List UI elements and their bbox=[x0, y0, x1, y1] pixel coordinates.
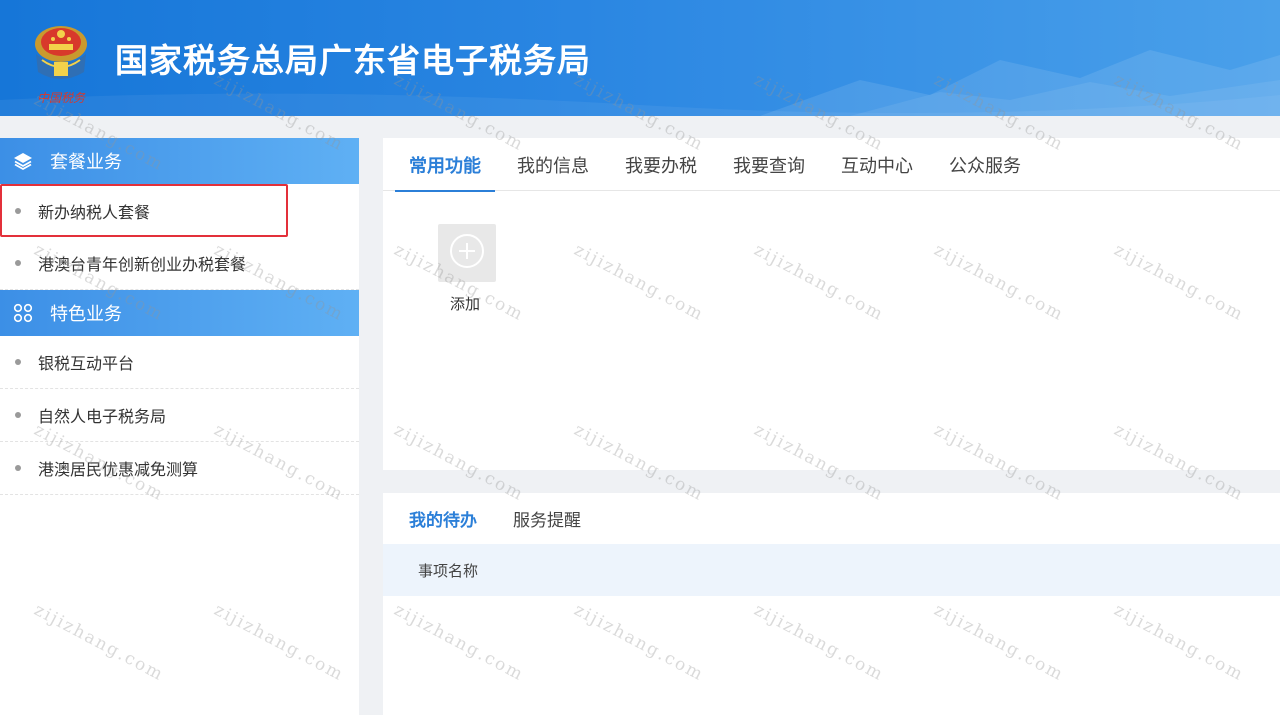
column-header-item-name: 事项名称 bbox=[418, 561, 479, 580]
emblem-caption: 中国税务 bbox=[37, 91, 86, 105]
tab-my-info[interactable]: 我的信息 bbox=[503, 138, 603, 191]
plus-circle-icon bbox=[448, 232, 486, 274]
sidebar-item-label: 港澳居民优惠减免测算 bbox=[38, 460, 199, 479]
add-function-label[interactable]: 添加 bbox=[450, 293, 480, 314]
bullet-dot bbox=[15, 260, 21, 266]
tab-query[interactable]: 我要查询 bbox=[719, 138, 819, 191]
bullet-dot bbox=[15, 359, 21, 365]
sidebar-item-natural-person-etax[interactable]: 自然人电子税务局 bbox=[0, 389, 359, 442]
add-function-button[interactable] bbox=[438, 224, 496, 282]
sidebar-item-new-taxpayer-package[interactable]: 新办纳税人套餐 bbox=[0, 184, 288, 237]
grid-icon bbox=[13, 303, 33, 323]
tab-interaction-center[interactable]: 互动中心 bbox=[827, 138, 927, 191]
bullet-dot bbox=[15, 412, 21, 418]
sidebar-section-package[interactable]: 套餐业务 bbox=[0, 138, 359, 184]
main-tab-bar: 常用功能 我的信息 我要办税 我要查询 互动中心 公众服务 bbox=[383, 138, 1280, 192]
tab-my-todo[interactable]: 我的待办 bbox=[395, 493, 491, 544]
tab-handle-tax[interactable]: 我要办税 bbox=[611, 138, 711, 191]
site-header: 中国税务 国家税务总局广东省电子税务局 bbox=[0, 0, 1280, 116]
todo-tab-bar: 我的待办 服务提醒 bbox=[383, 493, 1280, 544]
site-title: 国家税务总局广东省电子税务局 bbox=[115, 41, 591, 80]
sidebar-item-label: 新办纳税人套餐 bbox=[38, 202, 151, 222]
layers-icon bbox=[13, 151, 33, 171]
sidebar-section-title: 特色业务 bbox=[50, 304, 122, 325]
tab-service-reminder[interactable]: 服务提醒 bbox=[499, 493, 595, 544]
sidebar-item-label: 银税互动平台 bbox=[38, 354, 135, 373]
sidebar-item-bank-tax-platform[interactable]: 银税互动平台 bbox=[0, 336, 359, 389]
todo-panel: 我的待办 服务提醒 事项名称 bbox=[383, 493, 1280, 715]
sidebar: 套餐业务 新办纳税人套餐 港澳台青年创新创业办税套餐 特色业务 银税互动平台 自… bbox=[0, 138, 359, 715]
sidebar-item-label: 自然人电子税务局 bbox=[38, 407, 167, 426]
tab-public-service[interactable]: 公众服务 bbox=[935, 138, 1035, 191]
sidebar-item-hk-macau-relief-calculator[interactable]: 港澳居民优惠减免测算 bbox=[0, 442, 359, 495]
sidebar-section-featured[interactable]: 特色业务 bbox=[0, 290, 359, 336]
sidebar-item-label: 港澳台青年创新创业办税套餐 bbox=[38, 255, 247, 274]
tax-emblem-logo: 中国税务 bbox=[24, 12, 98, 108]
sidebar-item-hk-macau-tw-youth-package[interactable]: 港澳台青年创新创业办税套餐 bbox=[0, 237, 359, 290]
tab-common-functions[interactable]: 常用功能 bbox=[395, 138, 495, 192]
sidebar-section-title: 套餐业务 bbox=[50, 152, 122, 173]
common-functions-panel: 常用功能 我的信息 我要办税 我要查询 互动中心 公众服务 添加 bbox=[383, 138, 1280, 470]
bullet-dot bbox=[15, 465, 21, 471]
bullet-dot bbox=[15, 207, 21, 214]
todo-table-header: 事项名称 bbox=[383, 544, 1280, 596]
